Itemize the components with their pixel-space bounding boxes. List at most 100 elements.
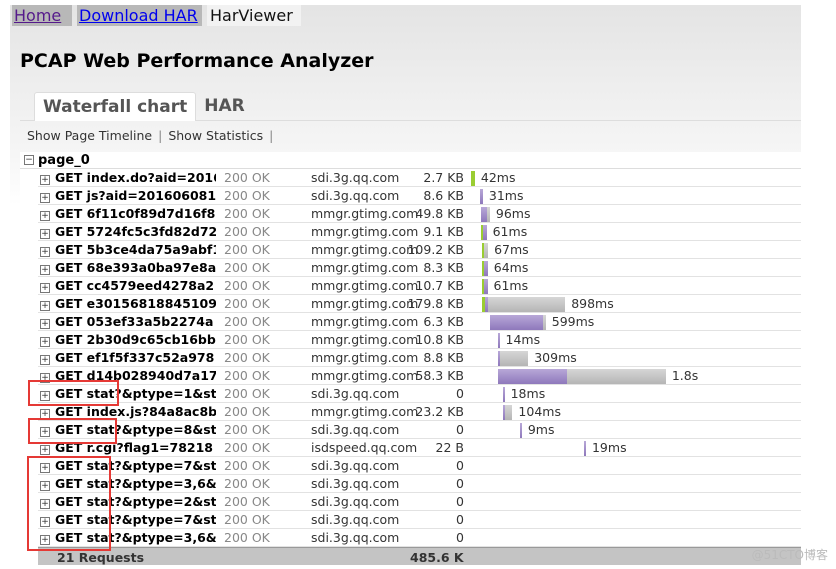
timing-bar[interactable]: [490, 315, 546, 330]
timing-segment: [502, 387, 505, 402]
expand-icon[interactable]: +: [40, 445, 50, 455]
duration-label: 309ms: [534, 350, 577, 365]
timing-bar[interactable]: [480, 207, 490, 222]
collapse-icon[interactable]: −: [24, 155, 34, 165]
expand-icon[interactable]: +: [40, 355, 50, 365]
size: 8.6 KB: [423, 188, 464, 203]
request-url[interactable]: + GET 053ef33a5b2274a: [40, 314, 216, 329]
timing-bar[interactable]: [498, 351, 529, 366]
expand-icon[interactable]: +: [40, 247, 50, 257]
expand-icon[interactable]: +: [40, 193, 50, 203]
show-page-timeline-link[interactable]: Show Page Timeline: [27, 128, 152, 143]
request-url[interactable]: + GET cc4579eed4278a2: [40, 278, 216, 293]
request-row[interactable]: + GET stat?&ptype=7&sty 200 OK sdi.3g.qq.…: [38, 511, 801, 529]
domain: mmgr.gtimg.com: [311, 224, 419, 239]
request-row[interactable]: + GET stat?&ptype=3,6&s 200 OK sdi.3g.qq.…: [38, 475, 801, 493]
request-row[interactable]: + GET stat?&ptype=2&sty 200 OK sdi.3g.qq.…: [38, 493, 801, 511]
size: 109.2 KB: [407, 242, 464, 257]
timing-bar[interactable]: [471, 171, 475, 186]
url-text: GET 2b30d9c65cb16bb: [55, 332, 216, 347]
request-row[interactable]: + GET 5724fc5c3fd82d72 200 OK mmgr.gtimg.…: [38, 223, 801, 241]
timing-bar[interactable]: [481, 279, 488, 294]
request-row[interactable]: + GET stat?&ptype=8&sty 200 OK sdi.3g.qq.…: [38, 421, 801, 439]
request-url[interactable]: + GET ef1f5f337c52a978: [40, 350, 216, 365]
request-row[interactable]: + GET 053ef33a5b2274a 200 OK mmgr.gtimg.c…: [38, 313, 801, 331]
request-row[interactable]: + GET 2b30d9c65cb16bb 200 OK mmgr.gtimg.c…: [38, 331, 801, 349]
request-url[interactable]: + GET index.js?84a8ac8b: [40, 404, 216, 419]
timing-bar[interactable]: [519, 423, 522, 438]
expand-icon[interactable]: +: [40, 337, 50, 347]
expand-icon[interactable]: +: [40, 229, 50, 239]
domain: mmgr.gtimg.com: [311, 404, 419, 419]
size: 2.7 KB: [423, 170, 464, 185]
request-row[interactable]: + GET index.js?84a8ac8b 200 OK mmgr.gtimg…: [38, 403, 801, 421]
timing-bar[interactable]: [480, 189, 483, 204]
request-url[interactable]: + GET 5b3ce4da75a9abf1: [40, 242, 216, 257]
duration-label: 14ms: [505, 332, 541, 347]
expand-icon[interactable]: +: [40, 301, 50, 311]
duration-label: 42ms: [480, 170, 516, 185]
timing-bar[interactable]: [502, 405, 513, 420]
timing-bar[interactable]: [498, 369, 666, 384]
home-link[interactable]: Home: [12, 5, 72, 26]
request-row[interactable]: + GET index.do?aid=2016 200 OK sdi.3g.qq.…: [38, 169, 801, 187]
request-row[interactable]: + GET r.cgi?flag1=78218 200 OK isdspeed.q…: [38, 439, 801, 457]
request-url[interactable]: + GET js?aid=201606081: [40, 188, 216, 203]
request-row[interactable]: + GET stat?&ptype=1&sty 200 OK sdi.3g.qq.…: [38, 385, 801, 403]
duration-label: 31ms: [488, 188, 524, 203]
request-row[interactable]: + GET cc4579eed4278a2 200 OK mmgr.gtimg.c…: [38, 277, 801, 295]
timing-bar[interactable]: [481, 297, 566, 312]
timing-bar[interactable]: [502, 387, 505, 402]
page-group-header[interactable]: − page_0: [20, 152, 801, 169]
tab-bar: Waterfall chart HAR: [20, 92, 801, 121]
status: 200 OK: [224, 278, 270, 293]
request-row[interactable]: + GET 5b3ce4da75a9abf1 200 OK mmgr.gtimg.…: [38, 241, 801, 259]
expand-icon[interactable]: +: [40, 175, 50, 185]
toolbar: Show Page Timeline | Show Statistics |: [27, 128, 279, 143]
request-row[interactable]: + GET 68e393a0ba97e8a 200 OK mmgr.gtimg.c…: [38, 259, 801, 277]
request-url[interactable]: + GET index.do?aid=2016: [40, 170, 216, 185]
request-url[interactable]: + GET 68e393a0ba97e8a: [40, 260, 216, 275]
request-url[interactable]: + GET 2b30d9c65cb16bb: [40, 332, 216, 347]
tab-waterfall-chart[interactable]: Waterfall chart: [34, 92, 197, 121]
domain: sdi.3g.qq.com: [311, 530, 400, 545]
duration-label: 1.8s: [671, 368, 699, 383]
duration-label: 599ms: [551, 314, 595, 329]
timing-bar[interactable]: [481, 261, 488, 276]
timing-bar[interactable]: [480, 225, 487, 240]
request-row[interactable]: + GET d14b028940d7a17 200 OK mmgr.gtimg.c…: [38, 367, 801, 385]
timing-segment: [490, 315, 544, 330]
request-row[interactable]: + GET ef1f5f337c52a978 200 OK mmgr.gtimg.…: [38, 349, 801, 367]
expand-icon[interactable]: +: [40, 211, 50, 221]
expand-icon[interactable]: +: [40, 265, 50, 275]
size: 23.2 KB: [415, 404, 464, 419]
request-row[interactable]: + GET stat?&ptype=3,6&s 200 OK sdi.3g.qq.…: [38, 529, 801, 547]
waterfall-table: − page_0 + GET index.do?aid=2016 200 OK sd…: [20, 152, 801, 565]
timing-bar[interactable]: [583, 441, 586, 456]
request-row[interactable]: + GET e30156818845109 200 OK mmgr.gtimg.c…: [38, 295, 801, 313]
url-text: GET cc4579eed4278a2: [55, 278, 215, 293]
size: 9.1 KB: [423, 224, 464, 239]
timing-segment: [483, 279, 488, 294]
request-row[interactable]: + GET 6f11c0f89d7d16f8 200 OK mmgr.gtimg.…: [38, 205, 801, 223]
show-statistics-link[interactable]: Show Statistics: [168, 128, 263, 143]
request-url[interactable]: + GET 6f11c0f89d7d16f8: [40, 206, 216, 221]
status: 200 OK: [224, 188, 270, 203]
expand-icon[interactable]: +: [40, 283, 50, 293]
size: 0: [456, 494, 464, 509]
request-url[interactable]: + GET e30156818845109: [40, 296, 216, 311]
request-url[interactable]: + GET 5724fc5c3fd82d72: [40, 224, 216, 239]
domain: sdi.3g.qq.com: [311, 494, 400, 509]
download-har-link[interactable]: Download HAR: [77, 5, 202, 26]
size: 0: [456, 530, 464, 545]
size: 49.8 KB: [415, 206, 464, 221]
expand-icon[interactable]: +: [40, 319, 50, 329]
timing-bar[interactable]: [497, 333, 500, 348]
request-row[interactable]: + GET js?aid=201606081 200 OK sdi.3g.qq.c…: [38, 187, 801, 205]
domain: mmgr.gtimg.com: [311, 350, 419, 365]
status: 200 OK: [224, 206, 270, 221]
request-row[interactable]: + GET stat?&ptype=7&sty 200 OK sdi.3g.qq.…: [38, 457, 801, 475]
tab-har[interactable]: HAR: [196, 92, 252, 121]
timing-bar[interactable]: [481, 243, 489, 258]
status: 200 OK: [224, 368, 270, 383]
